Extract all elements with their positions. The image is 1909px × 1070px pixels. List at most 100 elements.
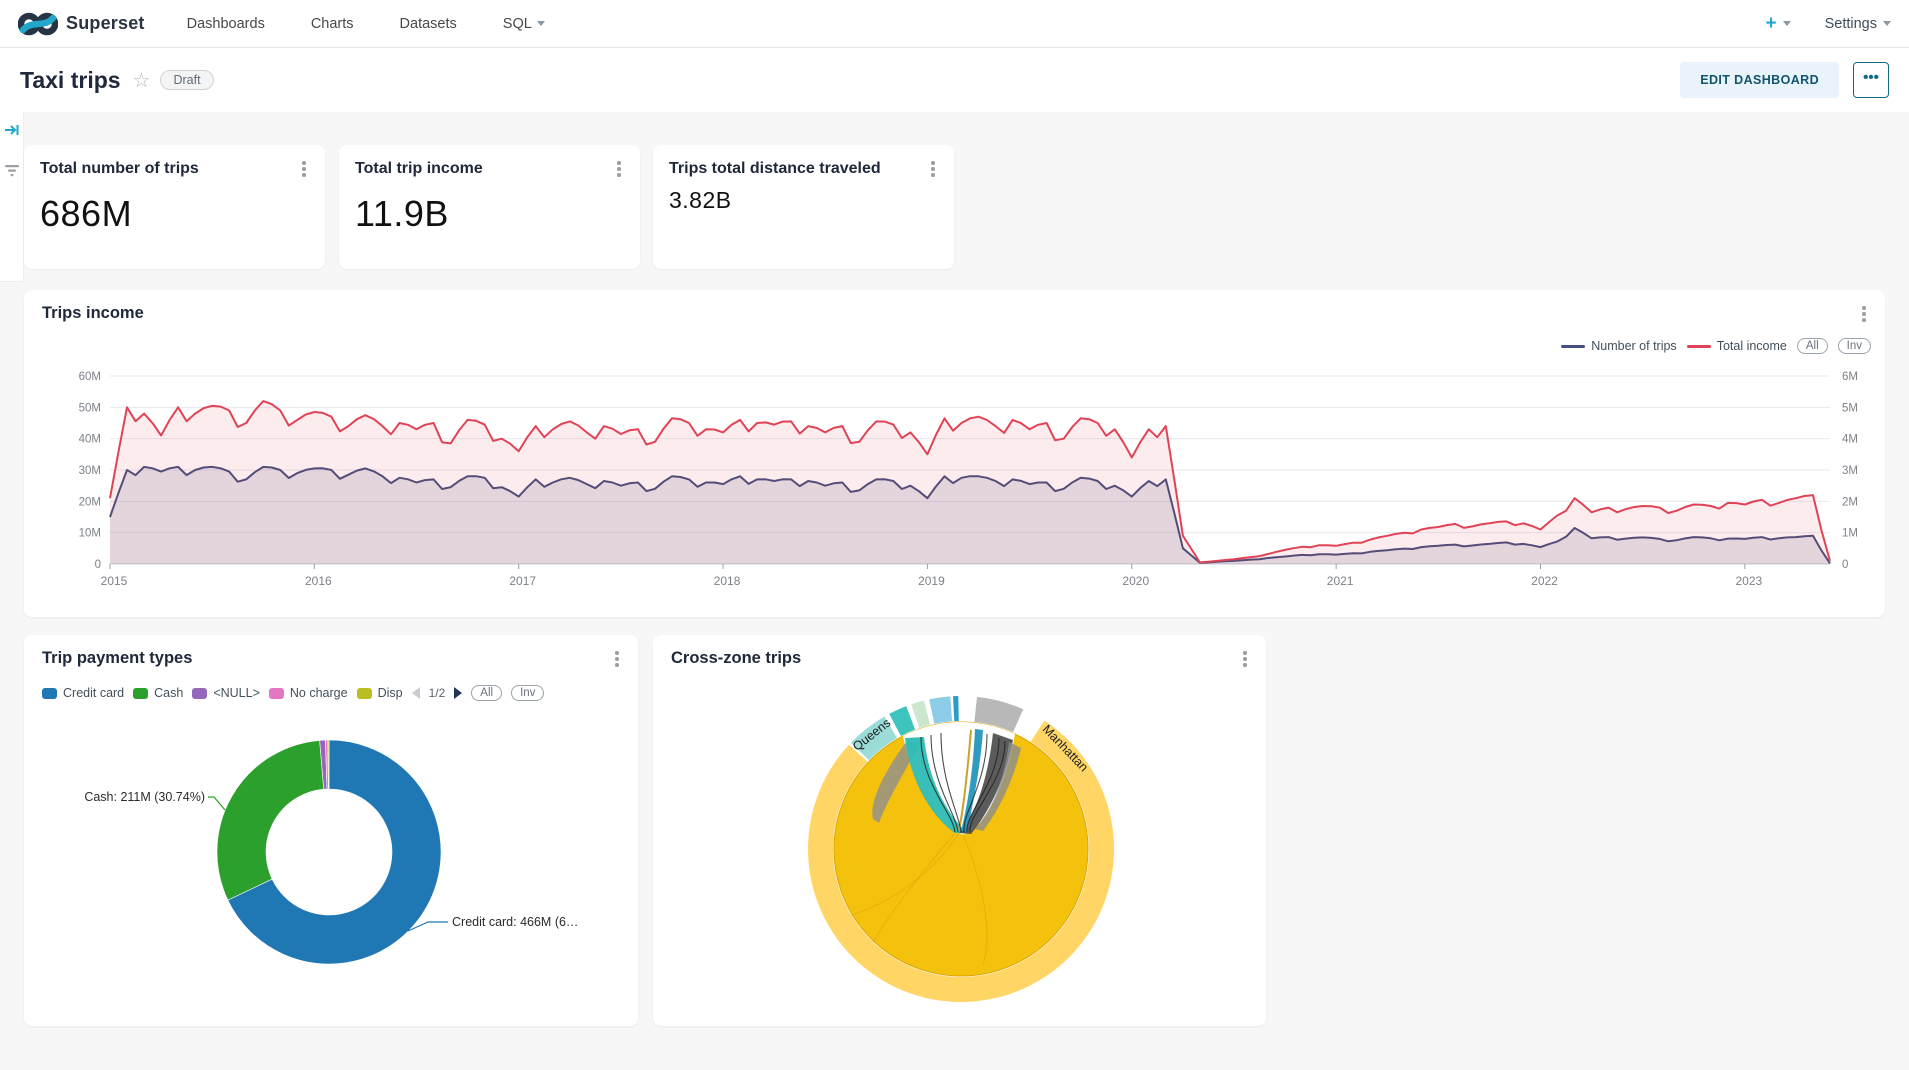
svg-text:2015: 2015 [101,574,128,588]
filter-bar-collapsed [0,112,24,282]
svg-text:2021: 2021 [1327,574,1354,588]
legend-swatch [269,688,284,699]
nav-item-sql-label: SQL [503,16,532,32]
legend-label: No charge [290,686,348,700]
page-title: Taxi trips [20,67,121,94]
filter-icon[interactable] [4,164,20,178]
legend-swatch [133,688,148,699]
svg-text:2M: 2M [1842,496,1858,508]
legend-next-page-icon[interactable] [454,687,462,699]
chevron-down-icon [1783,21,1791,26]
legend-label: Cash [154,686,183,700]
svg-text:30M: 30M [79,465,101,477]
legend-label: Total income [1717,339,1787,353]
legend-swatch [357,688,372,699]
chart-menu-kebab-icon[interactable] [1236,649,1254,671]
card-title: Total trip income [355,159,585,179]
cross-zone-chord-chart[interactable]: ManhattanQueens [653,693,1266,1026]
nav-item-datasets[interactable]: Datasets [400,16,457,32]
superset-logo[interactable]: Superset [18,11,145,37]
donut-callout-cash: Cash: 211M (30.74%) [84,790,205,804]
svg-text:4M: 4M [1842,434,1858,446]
chart-menu-kebab-icon[interactable] [608,649,626,671]
legend-swatch [1687,345,1711,348]
trips-income-line-chart[interactable]: 0010M1M20M2M30M3M40M4M50M5M60M6M20152016… [40,356,1869,596]
superset-infinity-icon [18,11,58,37]
legend-label: Credit card [63,686,124,700]
panel-cross-zone-trips: Cross-zone trips ManhattanQueens [653,635,1266,1026]
svg-text:2018: 2018 [714,574,741,588]
legend-inv-button[interactable]: Inv [511,685,544,701]
legend-item-no-charge[interactable]: No charge [269,686,348,700]
nav-item-charts[interactable]: Charts [311,16,354,32]
svg-text:2017: 2017 [509,574,536,588]
expand-filter-bar-icon[interactable] [4,122,20,138]
payment-types-donut-chart[interactable]: Cash: 211M (30.74%) Credit card: 466M (6… [24,715,638,1020]
legend-item-null[interactable]: <NULL> [192,686,260,700]
legend-all-button[interactable]: All [471,685,502,701]
svg-text:2019: 2019 [918,574,945,588]
card-title: Trips total distance traveled [669,159,899,179]
legend-swatch [42,688,57,699]
legend-label: Number of trips [1591,339,1676,353]
big-number-card-total-trips: Total number of trips 686M [24,145,325,269]
legend-item-number-of-trips[interactable]: Number of trips [1561,339,1676,353]
legend-label: Disp [378,686,403,700]
legend-label: <NULL> [213,686,260,700]
legend-swatch [192,688,207,699]
legend-item-cash[interactable]: Cash [133,686,183,700]
nav-item-sql[interactable]: SQL [503,16,545,32]
favorite-star-icon[interactable]: ☆ [133,68,151,93]
big-number-card-trip-income: Total trip income 11.9B [339,145,640,269]
panel-trips-income: Trips income Number of trips Total incom… [24,290,1885,617]
svg-text:5M: 5M [1842,402,1858,414]
svg-text:6M: 6M [1842,371,1858,383]
card-menu-kebab-icon[interactable] [610,159,628,181]
superset-dashboard: Superset Dashboards Charts Datasets SQL … [0,0,1909,1070]
draft-badge: Draft [160,70,213,90]
plus-icon: + [1765,13,1776,35]
svg-text:2023: 2023 [1735,574,1762,588]
svg-text:0: 0 [1842,559,1848,571]
legend-item-total-income[interactable]: Total income [1687,339,1787,353]
top-nav: Superset Dashboards Charts Datasets SQL … [0,0,1909,48]
donut-callout-credit-card: Credit card: 466M (6… [452,915,578,929]
dashboard-header: Taxi trips ☆ Draft EDIT DASHBOARD ••• [0,48,1909,112]
svg-text:60M: 60M [79,371,101,383]
nav-item-dashboards[interactable]: Dashboards [187,16,265,32]
svg-text:2022: 2022 [1531,574,1558,588]
chart-title: Trips income [42,304,144,323]
svg-text:2020: 2020 [1122,574,1149,588]
svg-text:2016: 2016 [305,574,332,588]
svg-text:20M: 20M [79,496,101,508]
legend-swatch [1561,345,1585,348]
settings-menu[interactable]: Settings [1825,16,1891,32]
chart-title: Cross-zone trips [671,649,801,668]
big-number-value: 11.9B [355,193,624,235]
brand-name: Superset [66,13,145,34]
legend-item-credit-card[interactable]: Credit card [42,686,124,700]
new-item-button[interactable]: + [1765,13,1790,35]
legend-prev-page-icon[interactable] [412,687,420,699]
card-menu-kebab-icon[interactable] [295,159,313,181]
big-number-value: 3.82B [669,187,938,214]
legend-inv-button[interactable]: Inv [1838,338,1871,354]
settings-label: Settings [1825,16,1877,32]
card-menu-kebab-icon[interactable] [924,159,942,181]
big-number-card-total-distance: Trips total distance traveled 3.82B [653,145,954,269]
panel-trip-payment-types: Trip payment types Credit card Cash <NUL… [24,635,638,1026]
chevron-down-icon [1883,21,1891,26]
legend-item-disputed[interactable]: Disp [357,686,403,700]
chart-menu-kebab-icon[interactable] [1855,304,1873,326]
legend-page-indicator: 1/2 [429,686,446,700]
legend-all-button[interactable]: All [1797,338,1828,354]
big-number-value: 686M [40,193,309,235]
svg-text:0: 0 [95,559,101,571]
edit-dashboard-button[interactable]: EDIT DASHBOARD [1680,62,1839,98]
card-title: Total number of trips [40,159,270,179]
svg-text:3M: 3M [1842,465,1858,477]
timeseries-legend: Number of trips Total income All Inv [1561,338,1871,354]
pie-legend: Credit card Cash <NULL> No charge Disp 1… [42,685,622,701]
dashboard-more-button[interactable]: ••• [1853,62,1889,98]
svg-text:50M: 50M [79,402,101,414]
